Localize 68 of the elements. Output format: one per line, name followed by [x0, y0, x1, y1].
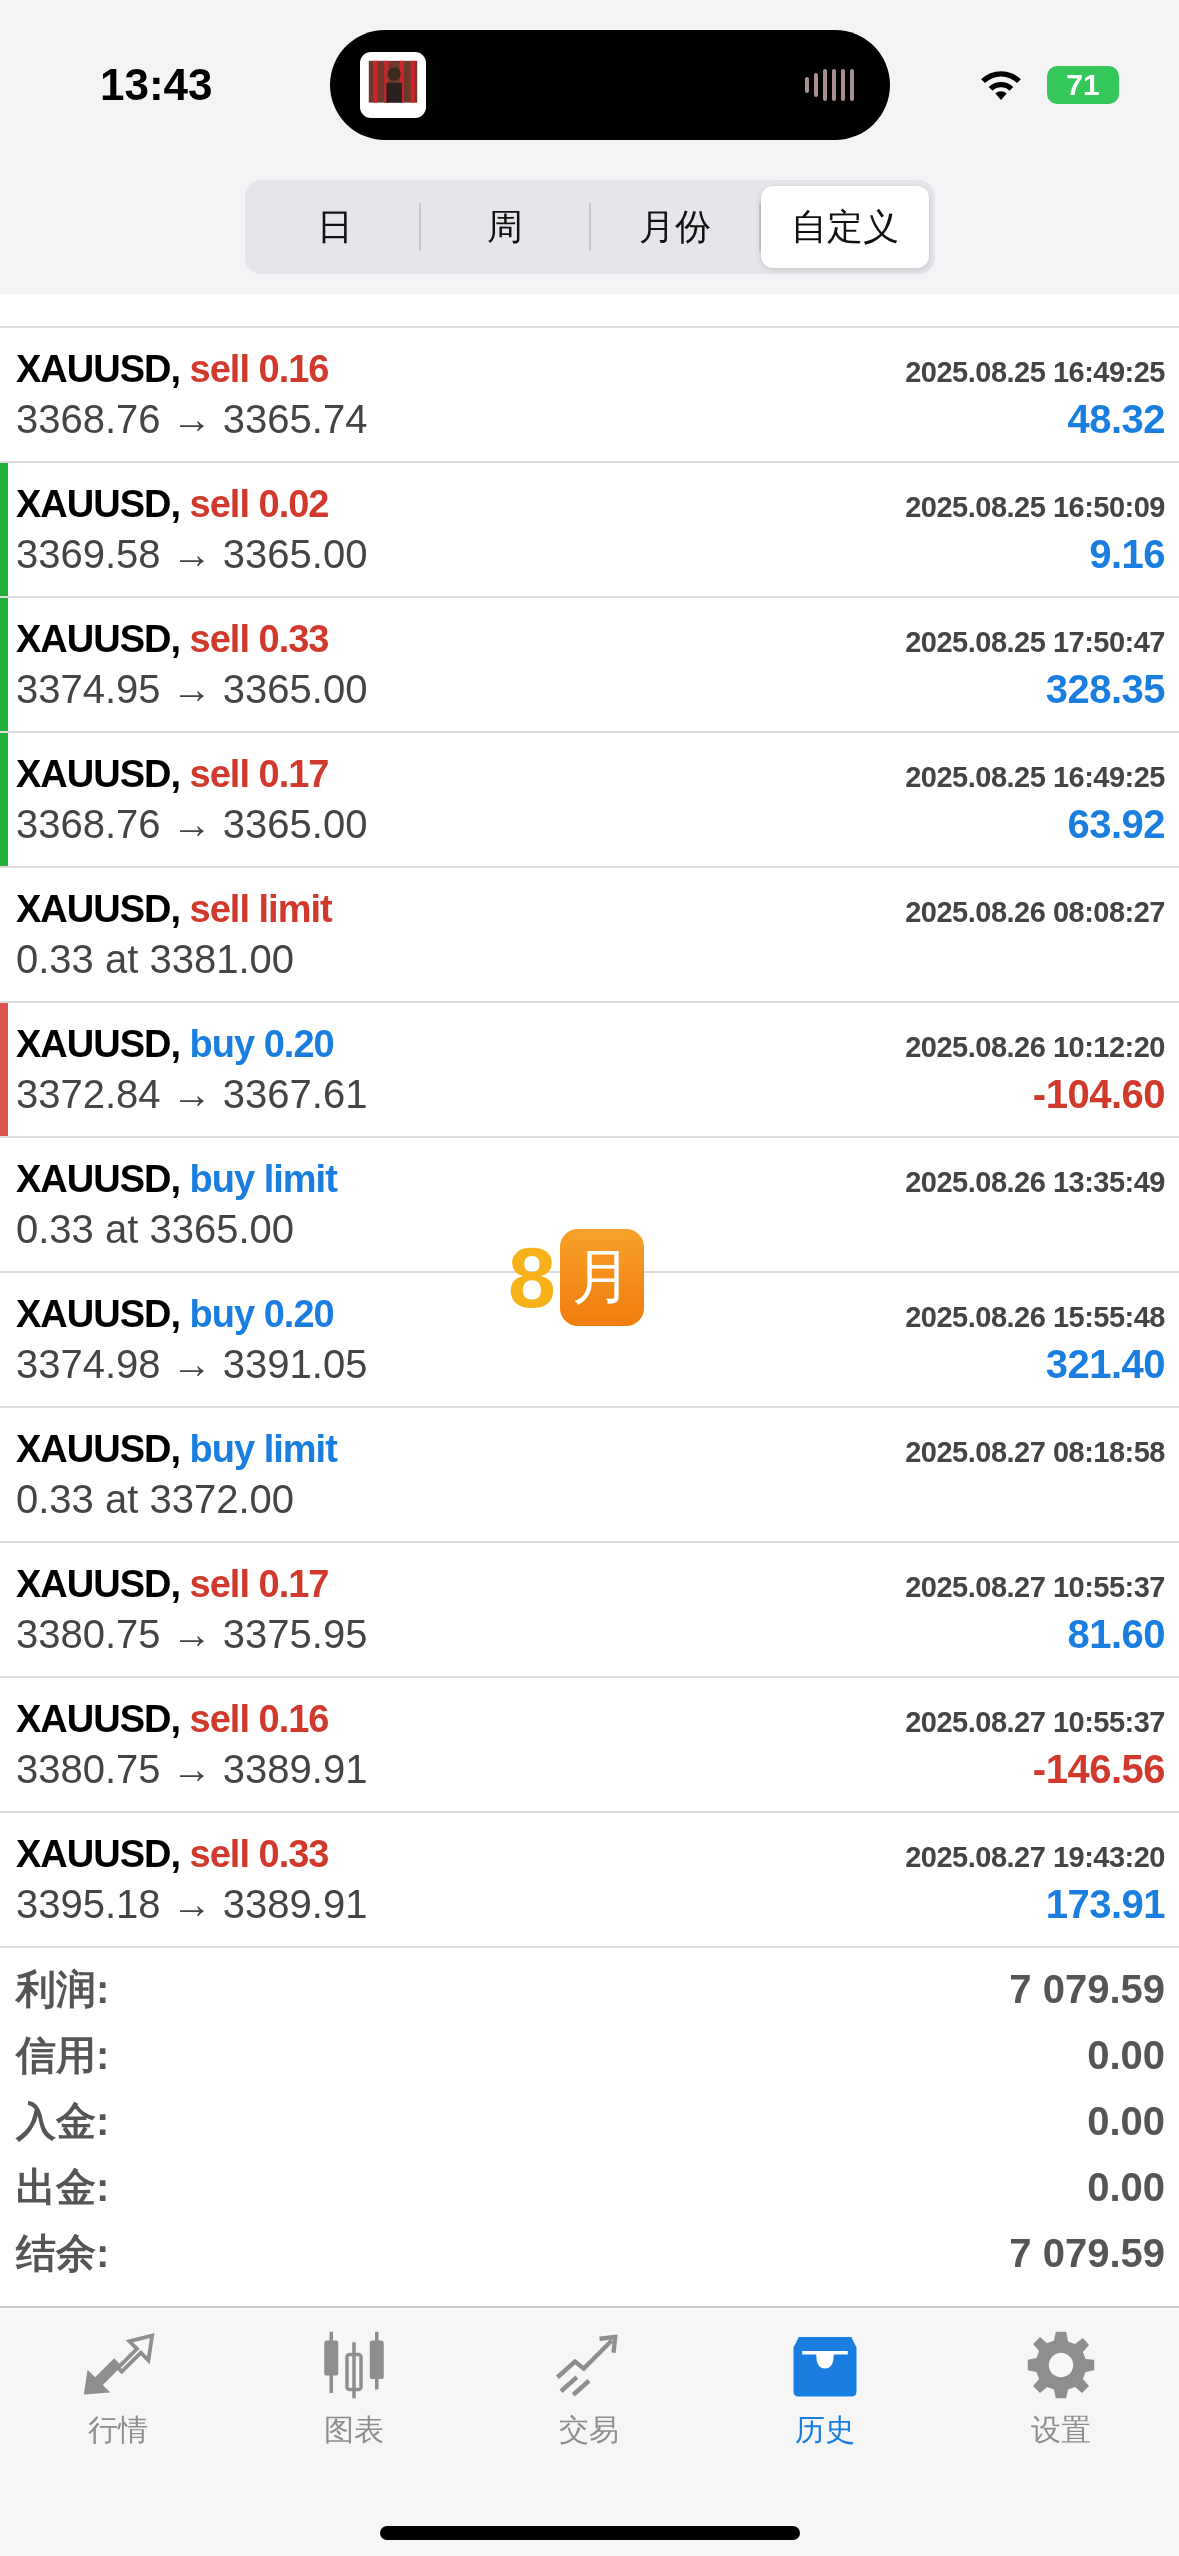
- tab-bar-item[interactable]: 设置: [986, 2330, 1137, 2451]
- profit-value: 328.35: [1045, 666, 1165, 712]
- deal-time: 2025.08.27 10:55:37: [905, 1570, 1165, 1604]
- deal-time: 2025.08.27 19:43:20: [905, 1840, 1165, 1874]
- deal-title: XAUUSD, buy limit: [16, 1157, 337, 1201]
- deal-title: XAUUSD, sell 0.02: [16, 482, 329, 526]
- battery-indicator: 71: [1047, 66, 1119, 104]
- deal-title: XAUUSD, sell limit: [16, 887, 332, 931]
- period-tab[interactable]: 周: [420, 186, 589, 268]
- deal-title: XAUUSD, sell 0.33: [16, 617, 329, 661]
- profit-value: 173.91: [1045, 1881, 1165, 1927]
- deal-time: 2025.08.26 15:55:48: [905, 1300, 1165, 1334]
- price-detail: 3374.95 → 3365.00: [16, 666, 368, 712]
- tab-bar-item[interactable]: 交易: [514, 2330, 665, 2451]
- price-detail: 3374.98 → 3391.05: [16, 1341, 368, 1387]
- profit-value: -104.60: [1032, 1071, 1165, 1117]
- price-detail: 3369.58 → 3365.00: [16, 531, 368, 577]
- deal-title: XAUUSD, buy limit: [16, 1427, 337, 1471]
- summary-value: 0.00: [1087, 2032, 1165, 2078]
- deal-time: 2025.08.25 17:50:47: [905, 625, 1165, 659]
- price-detail: 3380.75 → 3375.95: [16, 1611, 368, 1657]
- sticker-number: 8: [508, 1228, 556, 1327]
- summary-value: 0.00: [1087, 2098, 1165, 2144]
- price-detail: 3380.75 → 3389.91: [16, 1746, 368, 1792]
- price-detail: 3368.76 → 3365.74: [16, 396, 368, 442]
- profit-value: -146.56: [1032, 1746, 1165, 1792]
- deal-title: XAUUSD, buy 0.20: [16, 1292, 334, 1336]
- summary-label: 结余:: [16, 2229, 110, 2277]
- summary-value: 7 079.59: [1009, 2230, 1165, 2276]
- price-detail: 0.33 at 3365.00: [16, 1206, 295, 1252]
- price-detail: 0.33 at 3381.00: [16, 936, 295, 982]
- deal-title: XAUUSD, sell 0.33: [16, 1832, 329, 1876]
- profit-value: 321.40: [1045, 1341, 1165, 1387]
- price-detail: 0.33 at 3372.00: [16, 1476, 295, 1522]
- tab-bar-item[interactable]: 图表: [278, 2330, 429, 2451]
- deal-title: XAUUSD, sell 0.17: [16, 1562, 329, 1606]
- profit-value: 81.60: [1067, 1611, 1165, 1657]
- profit-value: 63.92: [1067, 801, 1165, 847]
- profit-value: 48.32: [1067, 396, 1165, 442]
- deal-time: 2025.08.27 10:55:37: [905, 1705, 1165, 1739]
- summary-label: 利润:: [16, 1965, 110, 2013]
- deal-title: XAUUSD, sell 0.16: [16, 347, 329, 391]
- period-tab[interactable]: 日: [250, 186, 419, 268]
- tab-bar-item[interactable]: 历史: [750, 2330, 901, 2451]
- deal-title: XAUUSD, buy 0.20: [16, 1022, 334, 1066]
- deal-title: XAUUSD, sell 0.16: [16, 1697, 329, 1741]
- profit-value: 9.16: [1089, 531, 1165, 577]
- price-detail: 3368.76 → 3365.00: [16, 801, 368, 847]
- deal-time: 2025.08.25 16:49:25: [905, 355, 1165, 389]
- period-tab[interactable]: 月份: [590, 186, 759, 268]
- price-detail: 3395.18 → 3389.91: [16, 1881, 368, 1927]
- tab-bar-item[interactable]: 行情: [42, 2330, 193, 2451]
- summary-value: 7 079.59: [1009, 1966, 1165, 2012]
- price-detail: 3372.84 → 3367.61: [16, 1071, 368, 1117]
- deal-time: 2025.08.27 08:18:58: [905, 1435, 1165, 1469]
- deal-time: 2025.08.26 13:35:49: [905, 1165, 1165, 1199]
- period-tab[interactable]: 自定义: [760, 186, 929, 268]
- summary-label: 信用:: [16, 2031, 110, 2079]
- summary-label: 出金:: [16, 2163, 110, 2211]
- deal-time: 2025.08.25 16:49:25: [905, 760, 1165, 794]
- deal-time: 2025.08.26 08:08:27: [905, 895, 1165, 929]
- status-time: 13:43: [100, 60, 213, 110]
- deal-time: 2025.08.25 16:50:09: [905, 490, 1165, 524]
- summary-label: 入金:: [16, 2097, 110, 2145]
- sticker-badge: 月: [559, 1229, 644, 1326]
- deal-title: XAUUSD, sell 0.17: [16, 752, 329, 796]
- deal-time: 2025.08.26 10:12:20: [905, 1030, 1165, 1064]
- summary-value: 0.00: [1087, 2164, 1165, 2210]
